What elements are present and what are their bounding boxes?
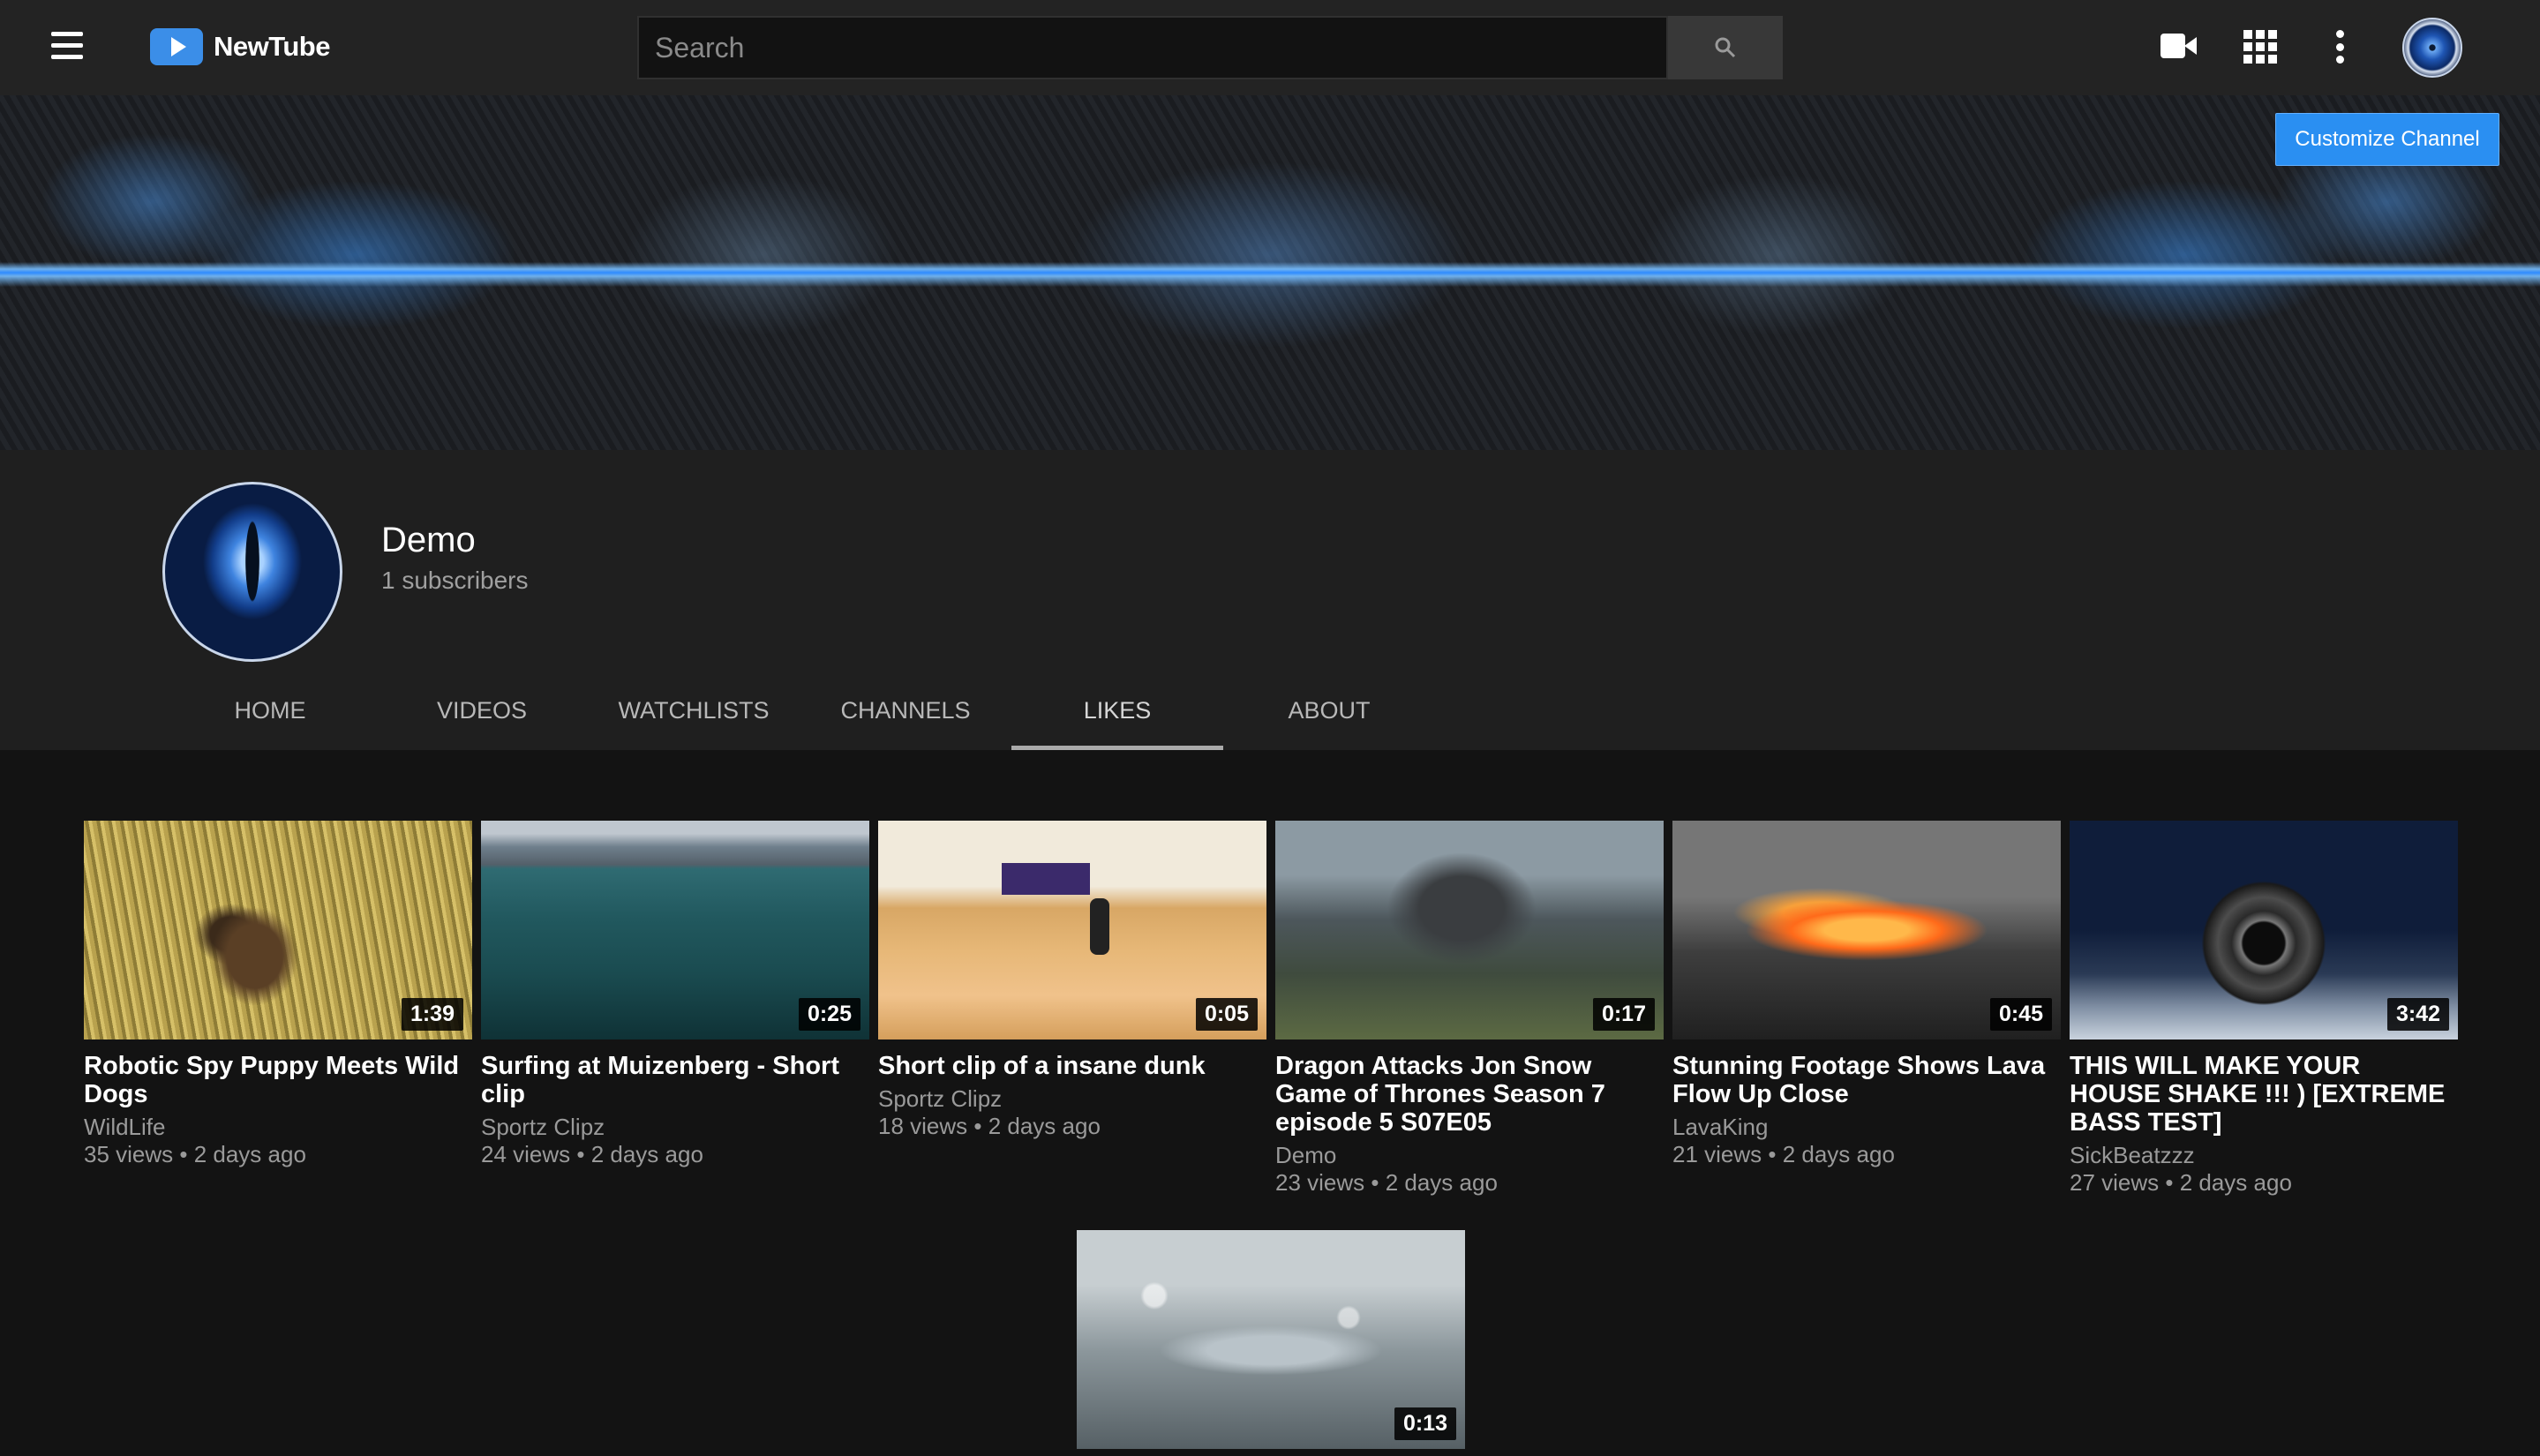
- video-meta: 24 views • 2 days ago: [481, 1141, 703, 1167]
- video-thumbnail[interactable]: 0:45: [1672, 821, 2061, 1039]
- video-thumbnail[interactable]: 0:13: [1077, 1230, 1465, 1449]
- video-meta: 27 views • 2 days ago: [2070, 1169, 2292, 1196]
- channel-banner: Customize Channel: [0, 95, 2540, 450]
- search-input[interactable]: [637, 16, 1668, 79]
- video-meta: 23 views • 2 days ago: [1275, 1169, 1498, 1196]
- tab-watchlists[interactable]: WATCHLISTS: [588, 683, 800, 750]
- video-card[interactable]: 1:39 Robotic Spy Puppy Meets Wild Dogs W…: [84, 821, 472, 1168]
- video-title[interactable]: THIS WILL MAKE YOUR HOUSE SHAKE !!! ) [E…: [2070, 1052, 2458, 1137]
- video-card[interactable]: 0:05 Short clip of a insane dunk Sportz …: [878, 821, 1266, 1140]
- channel-header: Demo 1 subscribers HOME VIDEOS WATCHLIST…: [0, 450, 2540, 750]
- video-title[interactable]: Stunning Footage Shows Lava Flow Up Clos…: [1672, 1052, 2061, 1108]
- video-duration: 0:25: [798, 998, 860, 1031]
- video-duration: 0:13: [1394, 1407, 1456, 1440]
- video-title[interactable]: Surfing at Muizenberg - Short clip: [481, 1052, 869, 1108]
- video-duration: 0:45: [1989, 998, 2052, 1031]
- search-icon: [1715, 37, 1736, 58]
- video-duration: 3:42: [2386, 998, 2449, 1031]
- tab-videos[interactable]: VIDEOS: [376, 683, 588, 750]
- video-meta: 35 views • 2 days ago: [84, 1141, 306, 1167]
- video-meta: 21 views • 2 days ago: [1672, 1141, 1895, 1167]
- channel-tabs: HOME VIDEOS WATCHLISTS CHANNELS LIKES AB…: [0, 683, 1430, 750]
- video-card[interactable]: 0:25 Surfing at Muizenberg - Short clip …: [481, 821, 869, 1168]
- play-logo-icon: [150, 28, 203, 65]
- video-channel[interactable]: WildLife: [84, 1114, 472, 1140]
- app-logo[interactable]: NewTube: [150, 28, 331, 65]
- video-camera-icon[interactable]: [2161, 34, 2198, 58]
- video-title[interactable]: Robotic Spy Puppy Meets Wild Dogs: [84, 1052, 472, 1108]
- video-card[interactable]: 0:13: [1077, 1230, 1465, 1449]
- subscriber-count: 1 subscribers: [381, 567, 529, 594]
- tab-channels[interactable]: CHANNELS: [800, 683, 1011, 750]
- video-channel[interactable]: SickBeatzzz: [2070, 1142, 2458, 1168]
- video-card[interactable]: 0:17 Dragon Attacks Jon Snow Game of Thr…: [1275, 821, 1664, 1197]
- video-thumbnail[interactable]: 3:42: [2070, 821, 2458, 1039]
- video-card[interactable]: 3:42 THIS WILL MAKE YOUR HOUSE SHAKE !!!…: [2070, 821, 2458, 1197]
- video-thumbnail[interactable]: 0:17: [1275, 821, 1664, 1039]
- video-channel[interactable]: Sportz Clipz: [878, 1085, 1266, 1112]
- video-title[interactable]: Short clip of a insane dunk: [878, 1052, 1266, 1080]
- video-meta: 18 views • 2 days ago: [878, 1113, 1101, 1139]
- menu-icon[interactable]: [51, 32, 83, 60]
- video-channel[interactable]: Demo: [1275, 1142, 1664, 1168]
- app-name: NewTube: [214, 31, 331, 62]
- video-channel[interactable]: Sportz Clipz: [481, 1114, 869, 1140]
- video-thumbnail[interactable]: 0:25: [481, 821, 869, 1039]
- video-title[interactable]: Dragon Attacks Jon Snow Game of Thrones …: [1275, 1052, 1664, 1137]
- video-duration: 0:05: [1195, 998, 1258, 1031]
- video-channel[interactable]: LavaKing: [1672, 1114, 2061, 1140]
- tab-home[interactable]: HOME: [164, 683, 376, 750]
- video-thumbnail[interactable]: 0:05: [878, 821, 1266, 1039]
- tab-about[interactable]: ABOUT: [1223, 683, 1435, 750]
- video-duration: 1:39: [401, 998, 463, 1031]
- user-avatar[interactable]: [2402, 18, 2462, 78]
- search-button[interactable]: [1668, 16, 1783, 79]
- customize-channel-button[interactable]: Customize Channel: [2275, 113, 2499, 166]
- channel-name: Demo: [381, 521, 476, 559]
- apps-grid-icon[interactable]: [2243, 30, 2277, 64]
- top-bar: NewTube: [0, 0, 2540, 95]
- more-vert-icon[interactable]: [2336, 30, 2345, 64]
- video-duration: 0:17: [1592, 998, 1655, 1031]
- search-bar: [637, 16, 1783, 79]
- video-card[interactable]: 0:45 Stunning Footage Shows Lava Flow Up…: [1672, 821, 2061, 1168]
- video-thumbnail[interactable]: 1:39: [84, 821, 472, 1039]
- channel-avatar[interactable]: [162, 482, 342, 662]
- tab-likes[interactable]: LIKES: [1011, 683, 1223, 750]
